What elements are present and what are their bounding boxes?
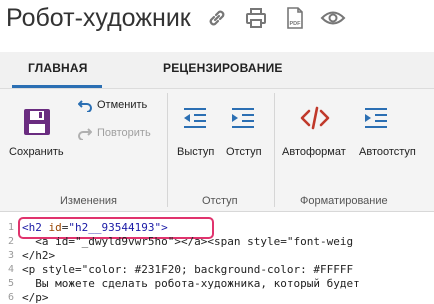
active-tab-indicator [12, 85, 102, 88]
ribbon-toolbar: Сохранить Отменить Повторить Выступ Отст… [0, 89, 434, 212]
line-number: 2 [7, 236, 14, 247]
code-line: <h2 id="h2__93544193"> [22, 221, 168, 234]
redo-button: Повторить [97, 127, 151, 139]
autoindent-icon[interactable] [363, 107, 389, 134]
code-line: <p style="color: #231F20; background-col… [22, 263, 354, 276]
outdent-button[interactable]: Выступ [177, 146, 214, 158]
outdent-icon[interactable] [182, 107, 208, 134]
eye-icon[interactable] [320, 6, 346, 30]
group-label-formatting: Форматирование [300, 195, 388, 207]
code-line: Вы можете сделать робота-художника, кото… [22, 277, 360, 290]
indent-button[interactable]: Отступ [226, 146, 262, 158]
redo-icon[interactable] [78, 127, 93, 145]
line-number: 6 [7, 292, 14, 303]
code-line: </p> [22, 291, 49, 304]
group-separator [274, 93, 275, 207]
ribbon-tabs: ГЛАВНАЯ РЕЦЕНЗИРОВАНИЕ [0, 52, 434, 89]
undo-icon[interactable] [77, 99, 92, 117]
print-icon[interactable] [244, 6, 268, 30]
line-number: 5 [7, 278, 14, 289]
undo-button[interactable]: Отменить [97, 99, 147, 111]
code-line: </h2> [22, 249, 56, 262]
tab-home[interactable]: ГЛАВНАЯ [28, 61, 88, 75]
title-bar: Робот-художник PDF [0, 0, 434, 44]
autoformat-button[interactable]: Автоформат [282, 146, 346, 158]
group-separator [167, 93, 168, 207]
pdf-icon-label: PDF [290, 21, 302, 27]
code-icon[interactable] [300, 105, 330, 136]
line-number: 1 [7, 222, 14, 233]
save-icon[interactable] [22, 107, 52, 142]
code-editor[interactable]: 1 <h2 id="h2__93544193"> 2 <a id="_dwyld… [0, 212, 434, 304]
line-number: 4 [7, 264, 14, 275]
document-title: Робот-художник [6, 4, 191, 32]
tab-review[interactable]: РЕЦЕНЗИРОВАНИЕ [163, 61, 283, 75]
indent-icon[interactable] [230, 107, 256, 134]
code-line: <a id="_dwyld9vwr5ho"></a><span style="f… [22, 235, 354, 248]
autoindent-button[interactable]: Автоотступ [359, 146, 416, 158]
save-button[interactable]: Сохранить [9, 146, 64, 158]
line-number: 3 [7, 250, 14, 261]
link-icon[interactable] [205, 6, 229, 30]
pdf-icon[interactable]: PDF [283, 6, 307, 30]
group-label-changes: Изменения [60, 195, 117, 207]
group-label-indent: Отступ [202, 195, 238, 207]
